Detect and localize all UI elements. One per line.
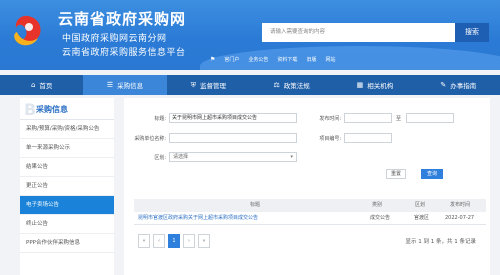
query-button[interactable]: 查询 [421,169,443,179]
header-link-site[interactable]: 网站 [325,56,335,63]
link-icon: ⚑ [210,56,216,63]
main-content: 标题: 关于昆明市网上超市采购项目成交公告 发布时间: 至 采购单位名称: 项目… [124,98,490,275]
nav-label: 办事指南 [450,82,477,90]
column-header-category: 类别 [372,202,383,208]
header-link-notice[interactable]: 业务公告 [248,56,268,63]
date-label: 发布时间: [319,116,341,122]
sidebar-item-result[interactable]: 结果公告 [20,158,114,177]
home-icon: ⌂ [30,81,36,89]
unit-field[interactable] [169,133,297,143]
sidebar-item-single-source[interactable]: 单一来源采购公示 [20,139,114,158]
first-page-button[interactable]: « [138,234,150,248]
site-header: 云南省政府采购网 中国政府采购网云南分网 云南省政府采购服务信息平台 请输入需要… [0,0,500,70]
nav-label: 政策法规 [283,82,310,90]
header-link-download[interactable]: 资料下载 [277,56,297,63]
reset-button[interactable]: 重置 [386,169,406,179]
sidebar-item-procurement-notice[interactable]: 采购/预算/采购/资格/采购公告 [20,120,114,139]
site-title: 云南省政府采购网 [58,10,187,28]
site-subtitle-1: 中国政府采购网云南分网 [62,34,167,44]
sidebar-item-correction[interactable]: 更正公告 [20,177,114,196]
region-select[interactable]: 请选择 ▾ [169,152,297,162]
site-subtitle-2: 云南省政府采购服务信息平台 [62,48,186,58]
date-end-field[interactable] [406,113,454,123]
site-logo[interactable] [12,14,44,48]
guide-icon: ✎ [440,81,447,89]
pagination: « ‹ 1 › » [138,234,210,248]
last-page-button[interactable]: » [198,234,210,248]
column-header-date: 发布时间 [450,202,471,208]
date-start-field[interactable] [344,113,392,123]
shield-icon: ⛨ [190,80,196,89]
scale-icon: ⚖ [273,81,280,89]
chevron-down-icon: ▾ [290,154,293,160]
list-icon: ☰ [106,81,114,89]
sidebar: B 采购信息 采购/预算/采购/资格/采购公告 单一来源采购公示 结果公告 更正… [20,98,114,275]
current-page-button[interactable]: 1 [168,234,180,248]
sidebar-title: 采购信息 [36,105,68,114]
sidebar-item-e-mall[interactable]: 电子卖场公告 [20,196,114,215]
project-field[interactable] [344,133,392,143]
header-link-old-version[interactable]: 旧版 [306,56,316,63]
title-field[interactable]: 关于昆明市网上超市采购项目成交公告 [169,113,297,123]
nav-item-policy[interactable]: ⚖ 政策法规 [250,75,333,95]
column-header-region: 区划 [415,202,426,208]
row-title-link[interactable]: 昆明市官渡区政府采购关于网上超市采购项目成交公告 [138,212,258,225]
row-region: 官渡区 [414,215,430,221]
nav-label: 采购信息 [117,82,144,90]
prev-page-button[interactable]: ‹ [153,234,165,248]
nav-label: 相关机构 [367,82,394,90]
region-label: 区划: [154,155,166,161]
building-icon: ▦ [356,81,364,89]
column-header-title: 标题 [250,202,261,208]
row-category: 成交公告 [370,215,391,221]
sidebar-letter: B [24,100,37,119]
nav-item-supervision[interactable]: ⛨ 监督管理 [167,75,250,95]
date-separator: 至 [396,116,402,122]
table-header: 标题 类别 区划 发布时间 [134,199,486,212]
sidebar-header: B 采购信息 [20,98,114,120]
table-row: 昆明市官渡区政府采购关于网上超市采购项目成交公告 成交公告 官渡区 2022-0… [134,212,486,225]
header-link-portal[interactable]: 官门户 [224,56,239,63]
nav-label: 监督管理 [199,82,226,90]
sidebar-item-ppp[interactable]: PPP合作伙伴采购信息 [20,234,114,253]
next-page-button[interactable]: › [183,234,195,248]
main-nav: ⌂ 首页 ☰ 采购信息 ⛨ 监督管理 ⚖ 政策法规 ▦ 相关机构 ✎ 办事指南 [0,75,500,95]
header-links: ⚑ 官门户 业务公告 资料下载 旧版 网站 [210,55,335,64]
sidebar-item-termination[interactable]: 终止公告 [20,215,114,234]
unit-label: 采购单位名称: [134,136,166,142]
title-label: 标题: [154,116,166,122]
search-button[interactable]: 搜索 [455,23,489,42]
nav-item-home[interactable]: ⌂ 首页 [0,75,83,95]
nav-item-guide[interactable]: ✎ 办事指南 [417,75,500,95]
region-select-value: 请选择 [173,154,189,160]
search-input[interactable]: 请输入需要查询的内容 [262,23,455,42]
row-date: 2022-07-27 [445,215,475,221]
page-info: 显示 1 到 1 条，共 1 条记录 [405,239,477,245]
nav-label: 首页 [39,82,53,90]
nav-item-procurement-info[interactable]: ☰ 采购信息 [83,75,167,95]
project-label: 项目编号: [319,136,341,142]
nav-item-institutions[interactable]: ▦ 相关机构 [333,75,416,95]
